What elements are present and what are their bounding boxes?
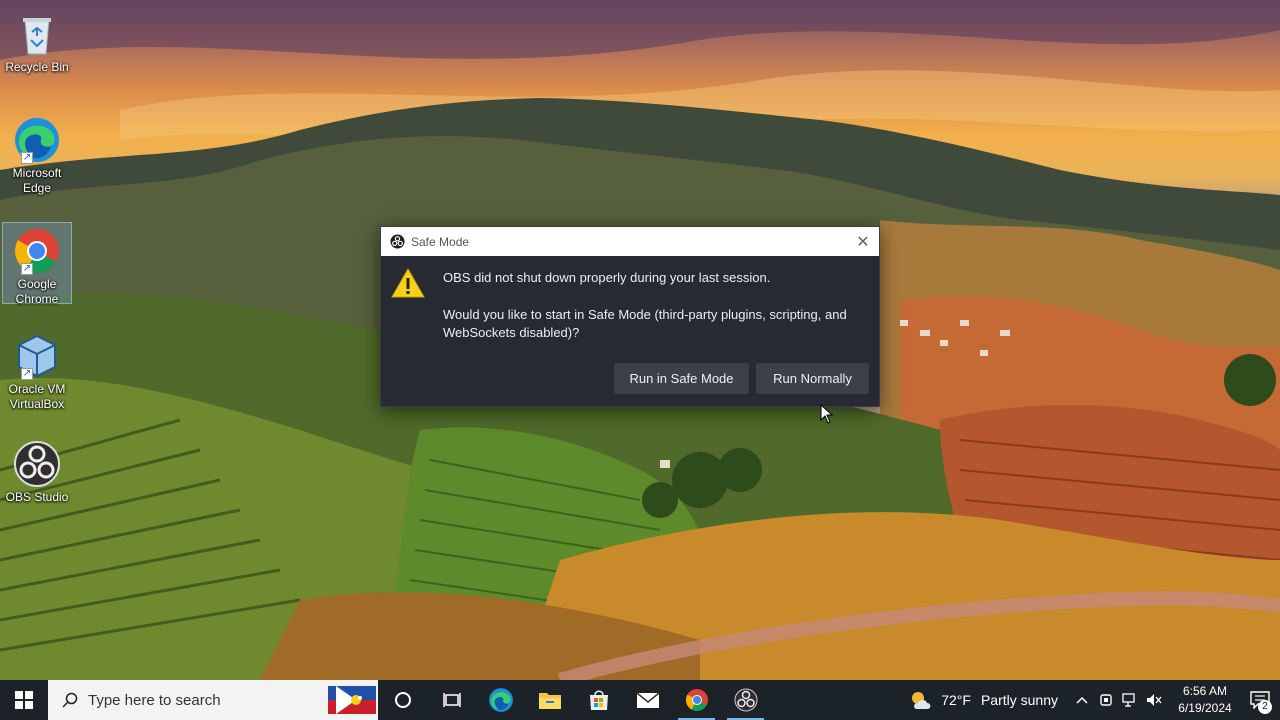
partly-sunny-icon [912, 692, 931, 709]
mouse-cursor-icon [820, 404, 834, 424]
desktop-icon-obs-studio[interactable]: OBS Studio [2, 436, 72, 505]
taskbar: Type here to search 72°F Partly sunny 6:… [0, 680, 1280, 720]
volume-muted-icon [1147, 694, 1162, 706]
desktop-icon-label: Oracle VM VirtualBox [8, 382, 66, 411]
chevron-up-icon [1076, 696, 1088, 704]
volume-button[interactable] [1142, 680, 1166, 720]
start-button[interactable] [0, 680, 48, 720]
taskbar-microsoft-store[interactable] [574, 680, 623, 720]
warning-icon [391, 267, 425, 298]
run-in-safe-mode-button[interactable]: Run in Safe Mode [614, 363, 749, 394]
task-view-icon [442, 693, 461, 707]
desktop-icon-label: Microsoft Edge [12, 166, 62, 195]
notification-count-badge: 2 [1258, 700, 1272, 714]
shortcut-arrow-icon: ↗ [21, 368, 33, 380]
shortcut-arrow-icon: ↗ [21, 152, 33, 164]
microsoft-store-icon [589, 690, 608, 710]
weather-temperature: 72°F [941, 692, 971, 708]
clock[interactable]: 6:56 AM 6/19/2024 [1170, 683, 1240, 717]
clock-date: 6/19/2024 [1178, 701, 1232, 715]
search-icon [62, 692, 78, 708]
chrome-icon: ↗ [13, 227, 61, 275]
desktop-icon-label: OBS Studio [5, 490, 69, 504]
search-placeholder: Type here to search [88, 691, 221, 709]
dialog-message-primary: OBS did not shut down properly during yo… [443, 270, 771, 285]
mail-icon [636, 692, 659, 708]
taskbar-obs-studio[interactable] [721, 680, 770, 720]
network-button[interactable] [1118, 680, 1142, 720]
task-view-button[interactable] [427, 680, 476, 720]
taskbar-edge[interactable] [476, 680, 525, 720]
cortana-icon [394, 692, 411, 708]
taskbar-file-explorer[interactable] [525, 680, 574, 720]
taskbar-chrome[interactable] [672, 680, 721, 720]
dialog-title: Safe Mode [411, 234, 470, 249]
desktop-icon-google-chrome[interactable]: ↗ Google Chrome [2, 222, 72, 306]
tray-app-button[interactable] [1094, 680, 1118, 720]
close-button[interactable]: ✕ [847, 227, 879, 256]
taskbar-search-box[interactable]: Type here to search [48, 680, 378, 720]
edge-icon: ↗ [13, 116, 61, 164]
action-center-button[interactable]: 2 [1240, 680, 1280, 720]
windows-logo-icon [15, 691, 33, 709]
clock-time: 6:56 AM [1182, 684, 1228, 698]
obs-icon [13, 440, 61, 488]
obs-icon [390, 234, 405, 249]
obs-icon [734, 688, 757, 712]
network-icon [1122, 693, 1135, 707]
recycle-bin-icon [13, 10, 61, 58]
shortcut-arrow-icon: ↗ [21, 263, 33, 275]
desktop-icon-label: Google Chrome [15, 277, 59, 306]
safe-mode-dialog: Safe Mode ✕ OBS did not shut down proper… [380, 226, 880, 407]
dialog-message-secondary: Would you like to start in Safe Mode (th… [443, 307, 847, 340]
taskbar-mail[interactable] [623, 680, 672, 720]
desktop-icon-virtualbox[interactable]: ↗ Oracle VM VirtualBox [2, 328, 72, 412]
cortana-button[interactable] [378, 680, 427, 720]
tray-app-icon [1100, 694, 1112, 706]
desktop-icon-label: Recycle Bin [5, 60, 69, 74]
edge-icon [488, 688, 513, 712]
dialog-titlebar[interactable]: Safe Mode ✕ [381, 227, 879, 256]
weather-condition: Partly sunny [980, 692, 1058, 708]
system-tray: 72°F Partly sunny 6:56 AM 6/19/2024 2 [909, 680, 1280, 720]
virtualbox-icon: ↗ [13, 332, 61, 380]
close-icon: ✕ [856, 233, 870, 251]
show-hidden-icons-button[interactable] [1070, 680, 1094, 720]
file-explorer-icon [538, 693, 561, 709]
weather-widget[interactable]: 72°F Partly sunny [909, 689, 1058, 711]
desktop-icon-recycle-bin[interactable]: Recycle Bin [2, 6, 72, 75]
search-highlight-icon [326, 680, 378, 720]
chrome-icon [685, 689, 708, 711]
run-normally-button[interactable]: Run Normally [756, 363, 869, 394]
desktop-icon-microsoft-edge[interactable]: ↗ Microsoft Edge [2, 112, 72, 196]
